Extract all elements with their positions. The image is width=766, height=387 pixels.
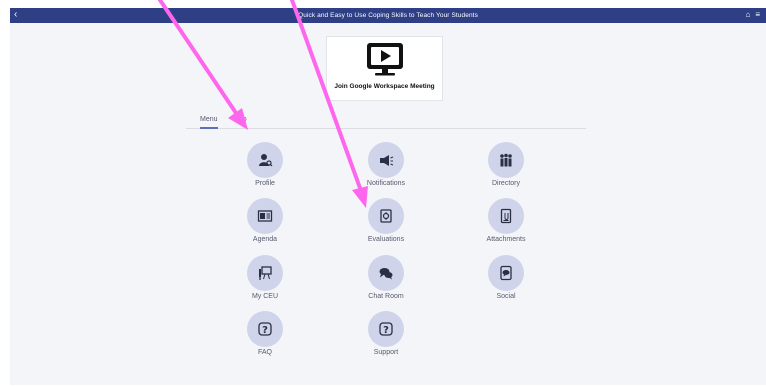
attachments-icon [488, 198, 524, 234]
menu-label: Support [373, 349, 399, 356]
chat-icon [368, 255, 404, 291]
notifications-icon [368, 142, 404, 178]
tab-menu[interactable]: Menu [200, 114, 218, 129]
menu-label: My CEU [251, 293, 279, 300]
top-bar: ‹ Quick and Easy to Use Coping Skills to… [10, 8, 766, 23]
profile-icon [247, 142, 283, 178]
menu-item-support[interactable]: ? Support [346, 311, 426, 356]
menu-label: Social [496, 293, 516, 300]
menu-label: Notifications [366, 180, 406, 187]
tab-bar: Menu Info [186, 114, 586, 129]
menu-item-notifications[interactable]: Notifications [346, 142, 426, 187]
menu-label: Profile [255, 180, 275, 187]
menu-label: Chat Room [368, 293, 404, 300]
evaluations-icon [368, 198, 404, 234]
home-icon[interactable]: ⌂ [745, 9, 750, 21]
menu-item-profile[interactable]: Profile [225, 142, 305, 187]
menu-item-attachments[interactable]: Attachments [466, 198, 546, 243]
menu-item-chat-room[interactable]: Chat Room [346, 255, 426, 300]
menu-label: Directory [491, 180, 520, 187]
svg-text:?: ? [383, 325, 389, 336]
menu-label: FAQ [257, 349, 272, 356]
support-icon: ? [368, 311, 404, 347]
top-actions: ⌂ ≡ [745, 9, 760, 21]
menu-item-my-ceu[interactable]: My CEU [225, 255, 305, 300]
menu-item-directory[interactable]: Directory [466, 142, 546, 187]
svg-text:?: ? [262, 325, 268, 336]
menu-label: Evaluations [367, 236, 405, 243]
screenshot-frame: ‹ Quick and Easy to Use Coping Skills to… [0, 0, 766, 387]
ceu-icon [247, 255, 283, 291]
directory-icon [488, 142, 524, 178]
menu-label: Agenda [252, 236, 278, 243]
faq-icon: ? [247, 311, 283, 347]
hamburger-menu-icon[interactable]: ≡ [755, 9, 760, 21]
page-title: Quick and Easy to Use Coping Skills to T… [298, 12, 478, 19]
social-icon [488, 255, 524, 291]
tab-info[interactable]: Info [235, 114, 247, 129]
agenda-icon [247, 198, 283, 234]
menu-label: Attachments [486, 236, 526, 243]
app-window: ‹ Quick and Easy to Use Coping Skills to… [10, 8, 766, 385]
join-meeting-label: Join Google Workspace Meeting [334, 83, 435, 90]
menu-item-faq[interactable]: ? FAQ [225, 311, 305, 356]
menu-item-agenda[interactable]: Agenda [225, 198, 305, 243]
join-meeting-button[interactable]: Join Google Workspace Meeting [326, 36, 443, 101]
menu-item-evaluations[interactable]: Evaluations [346, 198, 426, 243]
menu-item-social[interactable]: Social [466, 255, 546, 300]
video-play-icon [367, 43, 403, 76]
